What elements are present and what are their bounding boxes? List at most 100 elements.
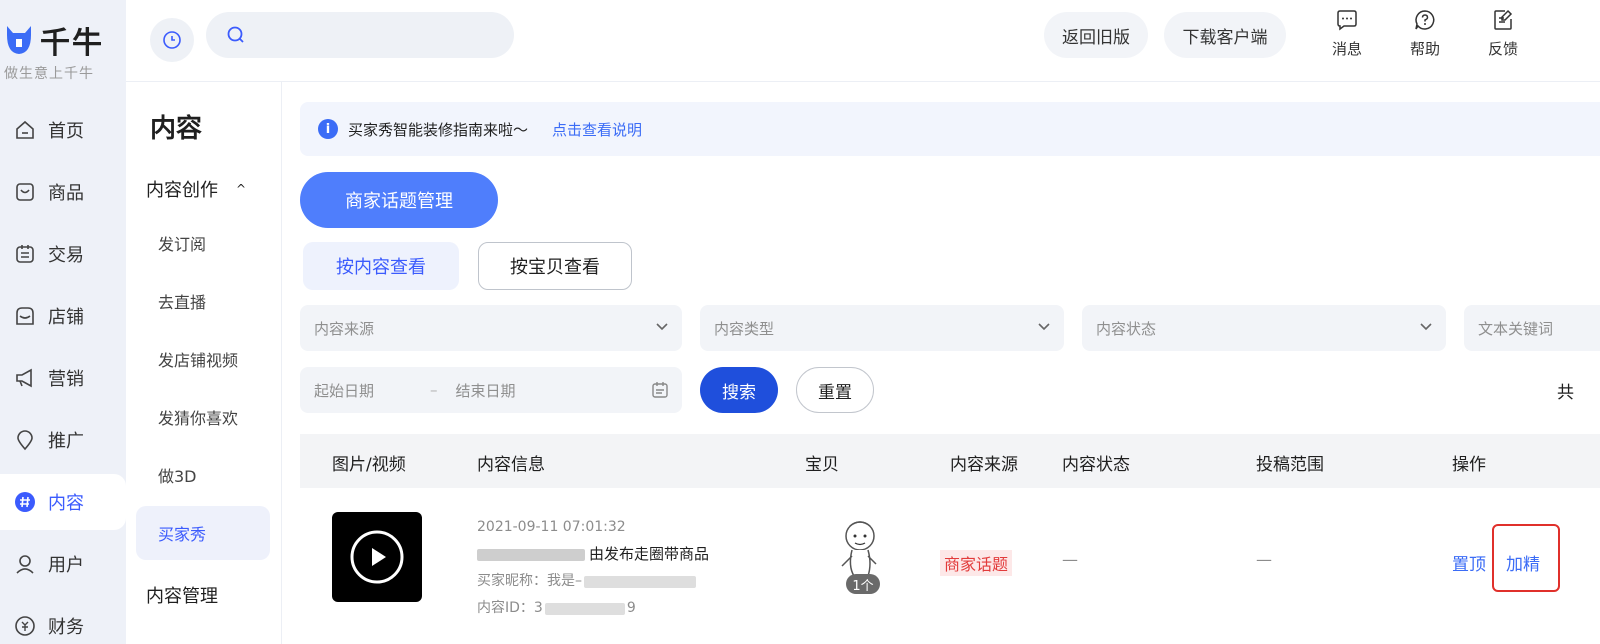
content-title[interactable]: 由发布走圈带商品	[477, 541, 709, 568]
content-status-select[interactable]: 内容状态	[1082, 305, 1446, 351]
subnav-item-guess-you-like[interactable]: 发猜你喜欢	[136, 390, 270, 444]
store-icon	[14, 305, 36, 327]
notice-bar: i 买家秀智能装修指南来啦～ 点击查看说明	[300, 102, 1600, 156]
subnav-item-store-video[interactable]: 发店铺视频	[136, 332, 270, 386]
rail-item-label: 店铺	[48, 307, 84, 328]
help-icon	[1415, 10, 1435, 30]
rail-item-marketing[interactable]: 营销	[0, 350, 126, 406]
rail-item-label: 首页	[48, 121, 84, 142]
calendar-icon	[652, 382, 668, 398]
hashtag-icon	[14, 491, 36, 513]
play-icon	[350, 530, 404, 584]
table-row: 2021-09-11 07:01:32 由发布走圈带商品 买家昵称： 我是– 内…	[300, 488, 1600, 644]
feedback-button[interactable]: 反馈	[1478, 8, 1528, 59]
video-thumbnail[interactable]	[332, 512, 422, 602]
global-search[interactable]	[206, 12, 514, 58]
content-source-select[interactable]: 内容来源	[300, 305, 682, 351]
subnav-item-live[interactable]: 去直播	[136, 274, 270, 328]
buyer-nickname: 买家昵称： 我是–	[477, 568, 709, 595]
table-header: 图片/视频 内容信息 宝贝 内容来源 内容状态 投稿范围 操作	[300, 434, 1600, 488]
trade-icon	[14, 243, 36, 265]
scope-value: —	[1256, 550, 1272, 569]
notice-text: 买家秀智能装修指南来啦～	[348, 120, 529, 139]
subnav-group-content-creation[interactable]: 内容创作 ^	[146, 176, 246, 202]
subnav-group-label: 内容创作	[146, 180, 218, 201]
chevron-up-icon: ^	[236, 182, 247, 196]
info-icon: i	[318, 119, 338, 139]
history-button[interactable]	[150, 18, 194, 62]
chevron-down-icon	[1420, 323, 1432, 331]
col-status: 内容状态	[1062, 455, 1130, 475]
content-datetime: 2021-09-11 07:01:32	[477, 519, 626, 535]
user-icon	[14, 553, 36, 575]
chevron-down-icon	[1038, 323, 1050, 331]
feedback-icon	[1494, 9, 1513, 30]
rail-item-goods[interactable]: 商品	[0, 164, 126, 220]
start-date-field[interactable]: 起始日期	[314, 380, 374, 401]
subnav-item-buyer-show[interactable]: 买家秀	[136, 506, 270, 560]
id-suffix: 9	[626, 600, 636, 616]
tab-by-content[interactable]: 按内容查看	[303, 242, 459, 290]
location-icon	[14, 429, 36, 451]
search-icon	[227, 26, 244, 43]
back-old-version-button[interactable]: 返回旧版	[1044, 12, 1148, 58]
end-date-field[interactable]: 结束日期	[456, 380, 516, 401]
pin-button[interactable]: 置顶	[1452, 550, 1486, 575]
topic-manage-button[interactable]: 商家话题管理	[300, 172, 498, 228]
tab-by-item[interactable]: 按宝贝查看	[478, 242, 632, 290]
rail-item-label: 商品	[48, 183, 84, 204]
total-count-label: 共	[1557, 383, 1574, 403]
search-button[interactable]: 搜索	[700, 367, 778, 413]
help-label: 帮助	[1409, 40, 1440, 58]
keyword-input[interactable]: 文本关键词	[1464, 305, 1600, 351]
col-actions: 操作	[1452, 455, 1486, 475]
home-icon	[14, 119, 36, 141]
notice-link[interactable]: 点击查看说明	[552, 119, 642, 140]
rail-item-label: 内容	[48, 493, 84, 514]
redacted-text	[544, 602, 625, 615]
rail-item-home[interactable]: 首页	[0, 102, 126, 158]
content-title-text: 由发布走圈带商品	[589, 545, 710, 563]
help-button[interactable]: 帮助	[1400, 8, 1450, 59]
select-value: 内容状态	[1096, 319, 1157, 338]
left-rail: 千牛 做生意上千牛 首页 商品 交易 店铺 营销 推广 内容 用户 财务	[0, 0, 126, 644]
rail-item-content[interactable]: 内容	[0, 474, 126, 530]
megaphone-icon	[14, 367, 36, 389]
subnav-group-content-manage[interactable]: 内容管理	[146, 582, 218, 608]
rail-item-label: 交易	[48, 245, 84, 266]
col-scope: 投稿范围	[1256, 455, 1324, 475]
subnav-item-subscribe[interactable]: 发订阅	[136, 216, 270, 270]
download-client-button[interactable]: 下载客户端	[1164, 12, 1286, 58]
messages-button[interactable]: 消息	[1322, 8, 1372, 59]
select-value: 内容类型	[714, 319, 775, 338]
search-input[interactable]	[254, 26, 504, 44]
select-value: 内容来源	[314, 319, 375, 338]
status-value: —	[1062, 550, 1078, 569]
keyword-placeholder: 文本关键词	[1478, 319, 1554, 338]
date-range-picker[interactable]: 起始日期 – 结束日期	[300, 367, 682, 413]
rail-item-trade[interactable]: 交易	[0, 226, 126, 282]
content-type-select[interactable]: 内容类型	[700, 305, 1064, 351]
redacted-text	[477, 548, 585, 561]
secondary-nav: 内容 内容创作 ^ 发订阅 去直播 发店铺视频 发猜你喜欢 做3D 买家秀 内容…	[126, 82, 282, 644]
reset-button[interactable]: 重置	[796, 367, 874, 413]
finance-icon	[14, 615, 36, 637]
buyer-label: 买家昵称：	[477, 573, 547, 589]
rail-item-user[interactable]: 用户	[0, 536, 126, 592]
rail-item-finance[interactable]: 财务	[0, 598, 126, 644]
rail-item-promotion[interactable]: 推广	[0, 412, 126, 468]
subnav-item-3d[interactable]: 做3D	[136, 448, 270, 502]
brand-logo[interactable]: 千牛	[4, 18, 104, 62]
chevron-down-icon	[656, 323, 668, 331]
qianniu-logo-icon	[4, 23, 34, 57]
rail-item-store[interactable]: 店铺	[0, 288, 126, 344]
annotation-highlight-box	[1492, 524, 1560, 592]
brand-slogan: 做生意上千牛	[4, 66, 94, 82]
col-item: 宝贝	[805, 455, 839, 475]
goods-icon	[14, 181, 36, 203]
product-thumbnail[interactable]: 1个	[828, 514, 898, 604]
rail-item-label: 财务	[48, 617, 84, 638]
col-media: 图片/视频	[332, 455, 406, 475]
rail-item-label: 推广	[48, 431, 84, 452]
id-label: 内容ID：	[477, 600, 534, 616]
